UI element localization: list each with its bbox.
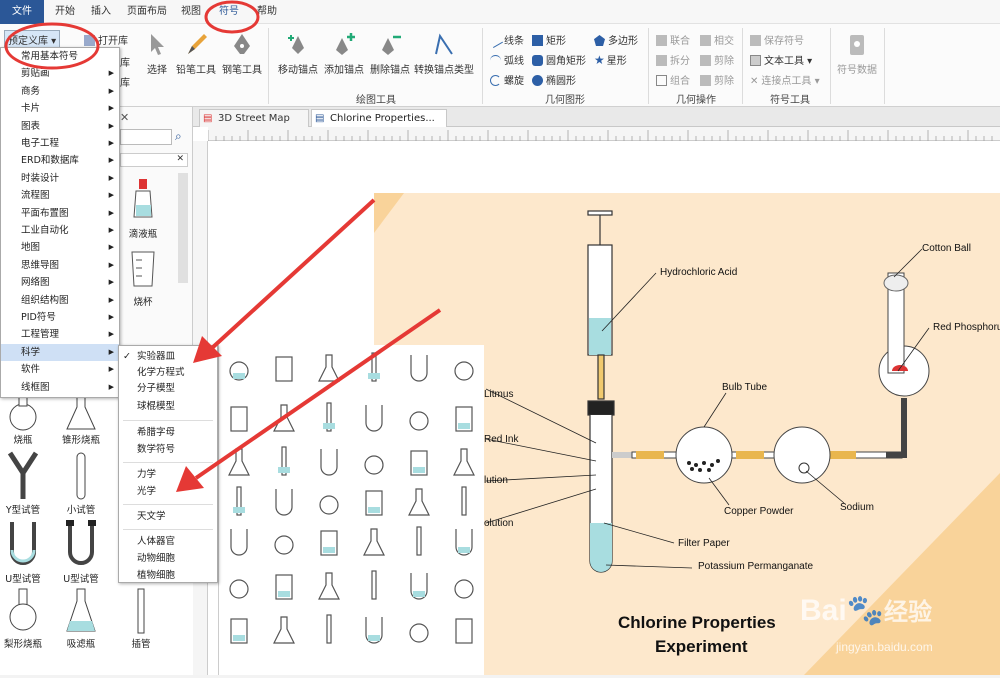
annotation-arrowhead [176,466,204,492]
annotation-arrow [210,198,376,350]
annotation-overlay [4,0,442,492]
annotation-circle [204,0,260,34]
annotation-circle [4,22,100,70]
annotation-arrowhead [193,336,222,363]
annotation-arrow [194,308,442,480]
